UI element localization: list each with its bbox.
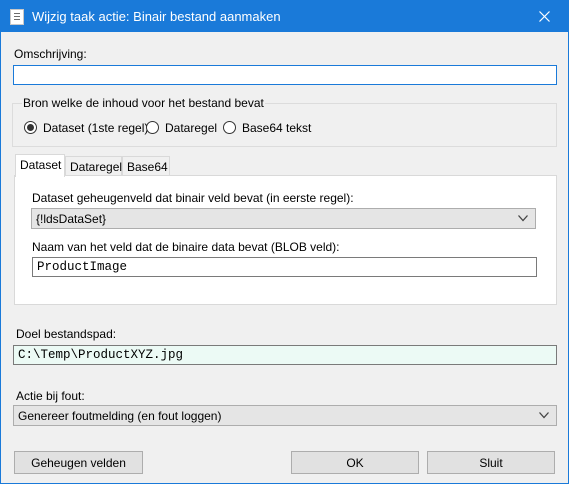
radio-unselected-icon bbox=[223, 121, 236, 134]
tab-dataset[interactable]: Dataset bbox=[15, 154, 65, 177]
tab-panel-dataset: Dataset geheugenveld dat binair veld bev… bbox=[14, 175, 557, 305]
chevron-down-icon bbox=[539, 412, 549, 419]
radio-label: Dataregel bbox=[165, 121, 218, 135]
radio-label: Dataset (1ste regel) bbox=[43, 121, 149, 135]
close-window-button[interactable] bbox=[522, 1, 568, 32]
tab-base64[interactable]: Base64 bbox=[122, 156, 170, 176]
target-path-label: Doel bestandspad: bbox=[16, 327, 117, 341]
description-label: Omschrijving: bbox=[14, 47, 87, 61]
memory-field-value: {!ldsDataSet} bbox=[36, 212, 107, 226]
chevron-down-icon bbox=[518, 215, 528, 222]
window-title: Wijzig taak actie: Binair bestand aanmak… bbox=[32, 9, 281, 24]
title-bar[interactable]: Wijzig taak actie: Binair bestand aanmak… bbox=[1, 1, 568, 32]
error-action-value: Genereer foutmelding (en fout loggen) bbox=[18, 409, 222, 423]
radio-unselected-icon bbox=[146, 121, 159, 134]
description-input[interactable] bbox=[13, 65, 557, 85]
blob-field-input[interactable]: ProductImage bbox=[32, 257, 537, 277]
close-icon bbox=[539, 11, 550, 22]
memory-field-select[interactable]: {!ldsDataSet} bbox=[31, 208, 536, 229]
dialog-window: Wijzig taak actie: Binair bestand aanmak… bbox=[0, 0, 569, 484]
source-group-title: Bron welke de inhoud voor het bestand be… bbox=[22, 96, 265, 110]
tab-dataregel[interactable]: Dataregel bbox=[65, 156, 122, 176]
memory-fields-button[interactable]: Geheugen velden bbox=[14, 451, 143, 474]
blob-field-label: Naam van het veld dat de binaire data be… bbox=[32, 240, 340, 254]
radio-selected-icon bbox=[24, 121, 37, 134]
close-button[interactable]: Sluit bbox=[427, 451, 555, 474]
target-path-input[interactable]: C:\Temp\ProductXYZ.jpg bbox=[13, 345, 557, 365]
error-action-select[interactable]: Genereer foutmelding (en fout loggen) bbox=[13, 405, 557, 426]
app-icon bbox=[10, 9, 24, 25]
memory-field-label: Dataset geheugenveld dat binair veld bev… bbox=[32, 191, 354, 205]
ok-button[interactable]: OK bbox=[291, 451, 419, 474]
radio-label: Base64 tekst bbox=[242, 121, 312, 135]
error-action-label: Actie bij fout: bbox=[16, 389, 85, 403]
